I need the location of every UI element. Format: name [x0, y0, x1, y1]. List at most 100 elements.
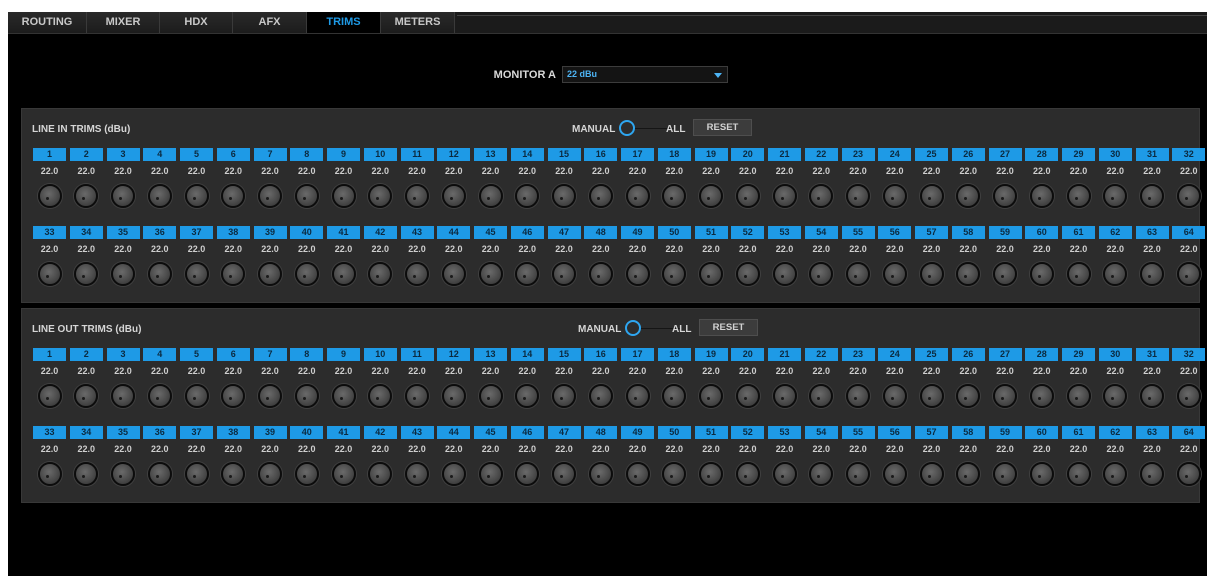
trim-knob-icon[interactable]	[405, 262, 429, 286]
trim-knob-icon[interactable]	[846, 462, 870, 486]
trim-knob-icon[interactable]	[809, 462, 834, 486]
trim-knob-icon[interactable]	[735, 384, 760, 408]
tab-routing[interactable]: ROUTING	[8, 12, 87, 33]
trim-knob-icon[interactable]	[294, 462, 319, 486]
trim-knob-icon[interactable]	[846, 184, 870, 208]
trim-knob-icon[interactable]	[772, 262, 797, 286]
trim-knob-icon[interactable]	[74, 384, 99, 408]
trim-knob-icon[interactable]	[294, 384, 319, 408]
trim-knob-icon[interactable]	[662, 384, 687, 408]
trim-knob-icon[interactable]	[735, 462, 760, 486]
trim-knob-icon[interactable]	[1029, 184, 1054, 208]
trim-knob-icon[interactable]	[552, 184, 576, 208]
trim-knob-icon[interactable]	[37, 462, 62, 486]
trim-knob-icon[interactable]	[1176, 462, 1201, 486]
trim-knob-icon[interactable]	[625, 262, 650, 286]
trim-knob-icon[interactable]	[772, 462, 797, 486]
trim-knob-icon[interactable]	[478, 184, 503, 208]
trim-knob-icon[interactable]	[846, 262, 870, 286]
trim-knob-icon[interactable]	[956, 184, 981, 208]
trim-knob-icon[interactable]	[809, 384, 834, 408]
trim-knob-icon[interactable]	[993, 262, 1017, 286]
trim-knob-icon[interactable]	[662, 184, 687, 208]
trim-knob-icon[interactable]	[809, 184, 834, 208]
trim-knob-icon[interactable]	[258, 462, 282, 486]
trim-knob-icon[interactable]	[331, 384, 356, 408]
trim-knob-icon[interactable]	[993, 462, 1017, 486]
trim-knob-icon[interactable]	[1140, 384, 1164, 408]
trim-knob-icon[interactable]	[111, 462, 135, 486]
trim-knob-icon[interactable]	[405, 384, 429, 408]
trim-knob-icon[interactable]	[588, 262, 613, 286]
trim-knob-icon[interactable]	[699, 384, 723, 408]
trim-knob-icon[interactable]	[956, 262, 981, 286]
trim-knob-icon[interactable]	[1066, 262, 1091, 286]
trim-knob-icon[interactable]	[74, 184, 99, 208]
trim-knob-icon[interactable]	[74, 262, 99, 286]
trim-knob-icon[interactable]	[1103, 262, 1128, 286]
trim-knob-icon[interactable]	[699, 462, 723, 486]
trim-knob-icon[interactable]	[258, 262, 282, 286]
trim-knob-icon[interactable]	[882, 384, 907, 408]
trim-knob-icon[interactable]	[552, 262, 576, 286]
trim-knob-icon[interactable]	[441, 184, 466, 208]
trim-knob-icon[interactable]	[184, 262, 209, 286]
trim-knob-icon[interactable]	[772, 384, 797, 408]
trim-knob-icon[interactable]	[588, 462, 613, 486]
trim-knob-icon[interactable]	[221, 184, 246, 208]
trim-knob-icon[interactable]	[1176, 384, 1201, 408]
trim-knob-icon[interactable]	[919, 384, 944, 408]
trim-knob-icon[interactable]	[331, 184, 356, 208]
trim-knob-icon[interactable]	[368, 384, 393, 408]
trim-knob-icon[interactable]	[1140, 262, 1164, 286]
reset-button[interactable]: RESET	[693, 119, 752, 136]
trim-knob-icon[interactable]	[368, 462, 393, 486]
trim-knob-icon[interactable]	[919, 184, 944, 208]
tab-meters[interactable]: METERS	[381, 12, 455, 33]
trim-knob-icon[interactable]	[772, 184, 797, 208]
tab-hdx[interactable]: HDX	[160, 12, 233, 33]
trim-knob-icon[interactable]	[258, 384, 282, 408]
trim-knob-icon[interactable]	[258, 184, 282, 208]
trim-knob-icon[interactable]	[184, 384, 209, 408]
trim-knob-icon[interactable]	[111, 262, 135, 286]
trim-knob-icon[interactable]	[588, 184, 613, 208]
trim-knob-icon[interactable]	[441, 262, 466, 286]
trim-knob-icon[interactable]	[919, 462, 944, 486]
trim-knob-icon[interactable]	[699, 184, 723, 208]
trim-knob-icon[interactable]	[184, 184, 209, 208]
trim-knob-icon[interactable]	[662, 262, 687, 286]
trim-knob-icon[interactable]	[294, 184, 319, 208]
trim-knob-icon[interactable]	[147, 262, 172, 286]
trim-knob-icon[interactable]	[441, 462, 466, 486]
trim-knob-icon[interactable]	[1140, 184, 1164, 208]
trim-knob-icon[interactable]	[368, 184, 393, 208]
trim-knob-icon[interactable]	[552, 384, 576, 408]
trim-knob-icon[interactable]	[1140, 462, 1164, 486]
tab-mixer[interactable]: MIXER	[87, 12, 160, 33]
trim-knob-icon[interactable]	[625, 462, 650, 486]
trim-knob-icon[interactable]	[552, 462, 576, 486]
trim-knob-icon[interactable]	[441, 384, 466, 408]
trim-knob-icon[interactable]	[147, 462, 172, 486]
trim-knob-icon[interactable]	[625, 184, 650, 208]
monitor-select[interactable]: 22 dBu	[562, 66, 728, 83]
trim-knob-icon[interactable]	[625, 384, 650, 408]
trim-knob-icon[interactable]	[515, 262, 540, 286]
trim-knob-icon[interactable]	[331, 262, 356, 286]
trim-knob-icon[interactable]	[699, 262, 723, 286]
trim-knob-icon[interactable]	[882, 462, 907, 486]
trim-knob-icon[interactable]	[515, 384, 540, 408]
trim-knob-icon[interactable]	[111, 384, 135, 408]
trim-knob-icon[interactable]	[405, 184, 429, 208]
trim-knob-icon[interactable]	[1103, 184, 1128, 208]
trim-knob-icon[interactable]	[478, 384, 503, 408]
trim-knob-icon[interactable]	[993, 384, 1017, 408]
reset-button[interactable]: RESET	[699, 319, 758, 336]
trim-knob-icon[interactable]	[1029, 262, 1054, 286]
trim-knob-icon[interactable]	[1176, 184, 1201, 208]
trim-knob-icon[interactable]	[37, 262, 62, 286]
trim-knob-icon[interactable]	[588, 384, 613, 408]
trim-knob-icon[interactable]	[993, 184, 1017, 208]
tab-afx[interactable]: AFX	[233, 12, 307, 33]
